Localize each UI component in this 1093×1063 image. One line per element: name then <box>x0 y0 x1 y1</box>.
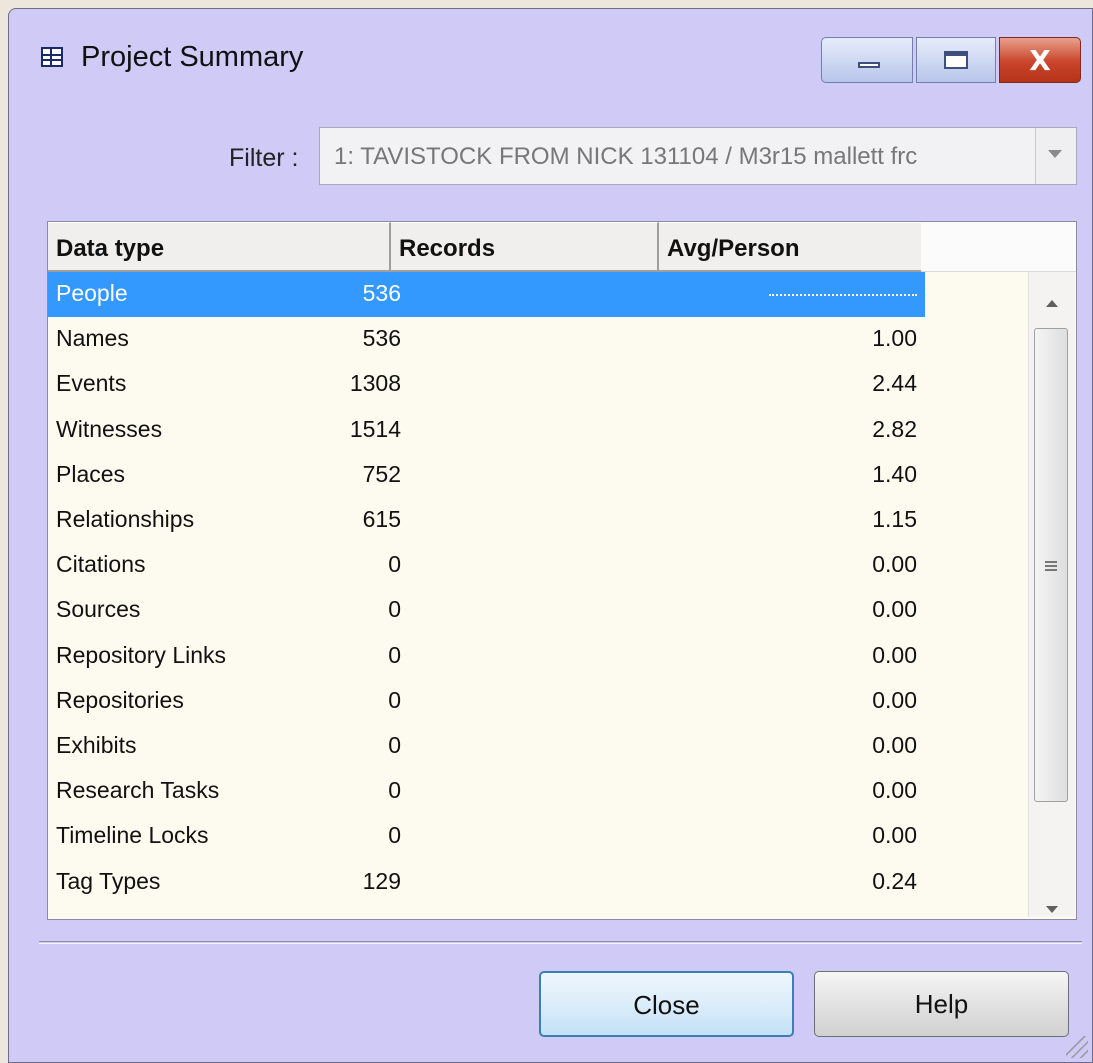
table-row[interactable]: People 536 <box>48 272 925 317</box>
cell-records: 1308 <box>349 370 401 397</box>
cell-records: 1514 <box>349 415 401 442</box>
cell-avg-person: 2.44 <box>872 370 917 397</box>
cell-records: 0 <box>388 596 401 623</box>
cell-data-type: Sources <box>56 596 141 623</box>
cell-records: 129 <box>362 867 401 894</box>
cell-data-type: Tag Types <box>56 867 161 894</box>
summary-table[interactable]: Data type Records Avg/Person People 536 Na… <box>47 221 1077 920</box>
table-row[interactable]: Tag Types 129 0.24 <box>48 860 925 905</box>
cell-records: 536 <box>362 280 401 306</box>
close-window-button[interactable]: X <box>999 37 1081 83</box>
table-row[interactable]: Research Tasks 0 0.00 <box>48 769 925 814</box>
close-button[interactable]: Close <box>539 971 794 1037</box>
close-icon: X <box>1029 44 1051 77</box>
cell-data-type: Places <box>56 460 126 487</box>
cell-avg-person-empty <box>769 294 917 296</box>
filter-value: 1: TAVISTOCK FROM NICK 131104 / M3r15 ma… <box>334 143 918 170</box>
table-header: Data type Records Avg/Person <box>48 222 925 272</box>
cell-records: 536 <box>362 325 401 352</box>
cell-avg-person: 1.40 <box>872 460 917 487</box>
minimize-button[interactable] <box>821 37 913 83</box>
grip-icon <box>1045 561 1057 571</box>
cell-records: 0 <box>388 822 401 849</box>
cell-data-type: Repositories <box>56 686 184 713</box>
cell-data-type: Relationships <box>56 506 195 532</box>
cell-avg-person: 0.00 <box>872 732 917 758</box>
cell-avg-person: 1.00 <box>872 325 917 352</box>
cell-avg-person: 0.00 <box>872 596 917 623</box>
divider <box>39 941 1082 942</box>
cell-records: 0 <box>388 686 401 713</box>
table-row[interactable]: Sources 0 0.00 <box>48 588 925 633</box>
cell-avg-person: 1.15 <box>872 506 917 532</box>
table-row[interactable]: Exhibits 0 0.00 <box>48 724 925 769</box>
column-header-data-type[interactable]: Data type <box>48 222 391 272</box>
cell-avg-person: 0.00 <box>872 777 917 804</box>
filter-label: Filter : <box>229 144 299 172</box>
table-row[interactable]: Repository Links 0 0.00 <box>48 634 925 679</box>
filter-dropdown[interactable]: 1: TAVISTOCK FROM NICK 131104 / M3r15 ma… <box>319 127 1077 185</box>
filter-dropdown-button[interactable] <box>1035 128 1076 184</box>
table-row[interactable]: Repositories 0 0.00 <box>48 679 925 724</box>
title-bar[interactable]: Project Summary X <box>9 9 1092 93</box>
cell-data-type: Timeline Locks <box>56 822 209 849</box>
table-row[interactable]: Names 536 1.00 <box>48 317 925 362</box>
cell-avg-person: 0.00 <box>872 822 917 849</box>
window-title: Project Summary <box>81 41 304 73</box>
vertical-scrollbar[interactable] <box>1028 272 1075 917</box>
table-row[interactable]: Citations 0 0.00 <box>48 543 925 588</box>
chevron-down-icon <box>1048 150 1062 158</box>
header-filler <box>921 222 1076 272</box>
cell-data-type: Exhibits <box>56 732 137 758</box>
minimize-icon <box>858 62 880 68</box>
cell-data-type: Citations <box>56 551 146 578</box>
cell-avg-person: 0.00 <box>872 551 917 578</box>
scroll-down-icon[interactable] <box>1046 906 1058 913</box>
column-header-avg-person[interactable]: Avg/Person <box>659 222 925 272</box>
maximize-icon <box>944 51 968 69</box>
cell-avg-person: 0.00 <box>872 686 917 713</box>
project-summary-window: Project Summary X Filter : 1: TAVISTOCK … <box>8 8 1093 1063</box>
scroll-up-icon[interactable] <box>1046 300 1058 307</box>
resize-grip-icon[interactable] <box>1066 1036 1088 1058</box>
cell-data-type: Witnesses <box>56 415 163 442</box>
cell-data-type: Events <box>56 370 127 397</box>
help-button[interactable]: Help <box>814 971 1069 1037</box>
scrollbar-thumb[interactable] <box>1034 328 1068 802</box>
maximize-button[interactable] <box>916 37 996 83</box>
cell-avg-person: 0.00 <box>872 641 917 668</box>
cell-data-type: People <box>56 280 128 306</box>
cell-records: 615 <box>362 506 401 532</box>
cell-records: 0 <box>388 551 401 578</box>
table-icon <box>41 47 63 67</box>
cell-data-type: Repository Links <box>56 641 227 668</box>
cell-data-type: Research Tasks <box>56 777 220 804</box>
cell-avg-person: 2.82 <box>872 415 917 442</box>
table-row[interactable]: Timeline Locks 0 0.00 <box>48 814 925 859</box>
cell-records: 0 <box>388 641 401 668</box>
table-row[interactable]: Places 752 1.40 <box>48 453 925 498</box>
cell-records: 0 <box>388 777 401 804</box>
cell-data-type: Names <box>56 325 129 352</box>
table-row[interactable]: Events 1308 2.44 <box>48 362 925 407</box>
table-row[interactable]: Witnesses 1514 2.82 <box>48 408 925 453</box>
table-row[interactable]: Relationships 615 1.15 <box>48 498 925 543</box>
divider-highlight <box>39 943 1082 944</box>
column-header-records[interactable]: Records <box>391 222 659 272</box>
cell-records: 752 <box>362 460 401 487</box>
cell-records: 0 <box>388 732 401 758</box>
cell-avg-person: 0.24 <box>872 867 917 894</box>
